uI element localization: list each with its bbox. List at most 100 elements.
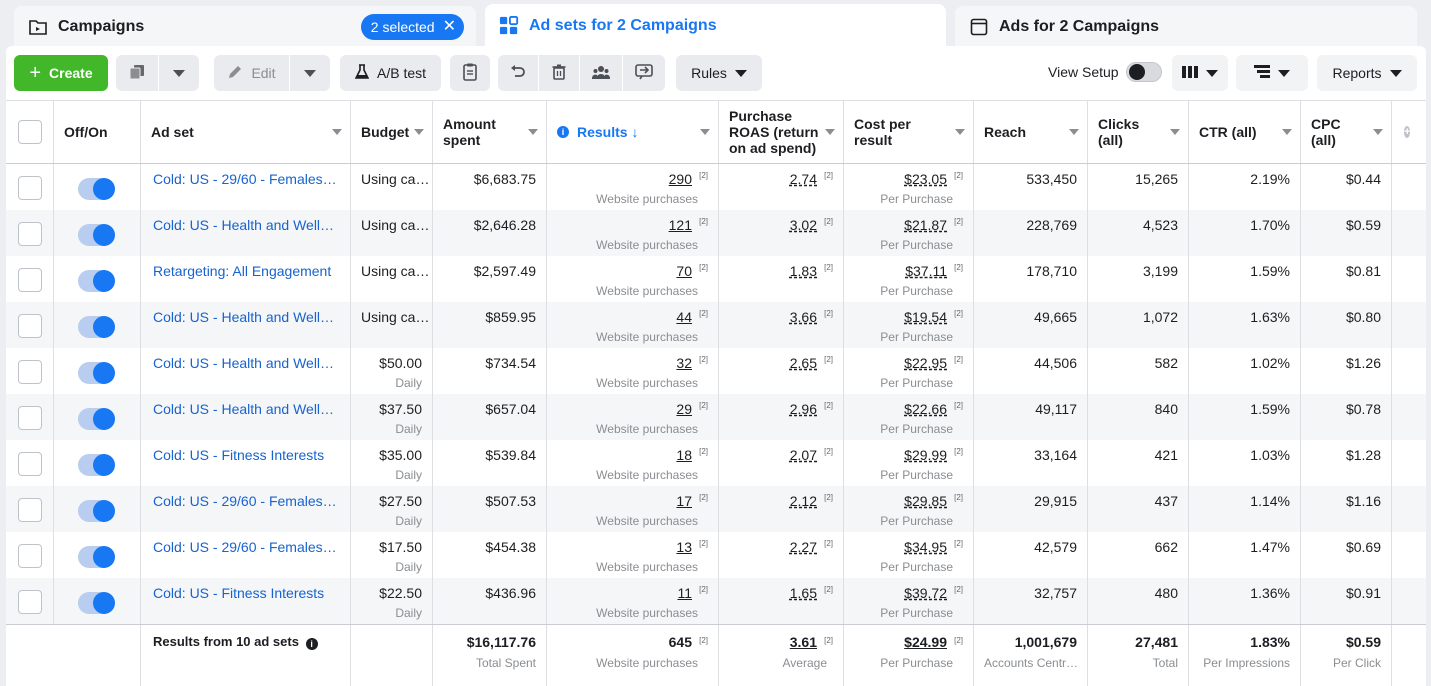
sort-chevron-icon[interactable]	[700, 129, 710, 135]
results-value[interactable]: 44	[676, 309, 692, 325]
cost-per-result-value[interactable]: $19.54	[904, 309, 947, 325]
results-value[interactable]: 18	[676, 447, 692, 463]
results-value[interactable]: 32	[676, 355, 692, 371]
row-checkbox[interactable]	[18, 176, 42, 200]
roas-value[interactable]: 2.65	[790, 355, 817, 371]
row-checkbox[interactable]	[18, 268, 42, 292]
row-checkbox[interactable]	[18, 452, 42, 476]
sort-chevron-icon[interactable]	[528, 129, 538, 135]
row-checkbox[interactable]	[18, 406, 42, 430]
ad-set-name-link[interactable]: Cold: US - 29/60 - Females - Health and …	[153, 493, 337, 509]
cost-per-result-value[interactable]: $29.85	[904, 493, 947, 509]
sort-chevron-icon[interactable]	[955, 129, 965, 135]
sort-chevron-icon[interactable]	[332, 129, 342, 135]
table-row[interactable]: Cold: US - Fitness Interests $22.50 Daily $…	[6, 578, 1426, 624]
header-roas[interactable]: Purchase ROAS (return on ad spend)	[719, 101, 844, 163]
cost-per-result-value[interactable]: $37.11	[905, 263, 947, 279]
add-column-icon[interactable]: +	[1404, 126, 1411, 138]
tab-ads[interactable]: Ads for 2 Campaigns	[955, 6, 1417, 48]
roas-value[interactable]: 2.96	[790, 401, 817, 417]
ad-set-name-link[interactable]: Cold: US - 29/60 - Females - Health and …	[153, 171, 337, 187]
preview-button[interactable]	[623, 55, 665, 91]
results-value[interactable]: 17	[676, 493, 692, 509]
ad-set-toggle[interactable]	[78, 592, 115, 614]
ad-set-toggle[interactable]	[78, 546, 115, 568]
cost-per-result-value[interactable]: $21.87	[904, 217, 947, 233]
roas-value[interactable]: 2.74	[790, 171, 817, 187]
view-setup-toggle[interactable]	[1126, 62, 1162, 82]
header-results[interactable]: i Results ↓	[547, 101, 719, 163]
create-button[interactable]: + Create	[14, 55, 108, 91]
ad-set-toggle[interactable]	[78, 270, 115, 292]
ab-test-button[interactable]: A/B test	[340, 55, 441, 91]
header-add-column[interactable]: +	[1392, 101, 1426, 163]
results-value[interactable]: 29	[676, 401, 692, 417]
duplicate-dropdown-button[interactable]	[159, 55, 199, 91]
cost-per-result-value[interactable]: $22.66	[904, 401, 947, 417]
table-row[interactable]: Cold: US - Health and Wellness $37.50 Dail…	[6, 394, 1426, 440]
results-value[interactable]: 11	[677, 585, 692, 601]
header-reach[interactable]: Reach	[974, 101, 1088, 163]
ad-set-name-link[interactable]: Cold: US - Health and Wellness	[153, 309, 337, 325]
clipboard-button[interactable]	[450, 55, 490, 91]
row-checkbox[interactable]	[18, 590, 42, 614]
roas-value[interactable]: 2.27	[790, 539, 817, 555]
selected-pill[interactable]: 2 selected ✕	[360, 14, 464, 40]
roas-value[interactable]: 3.66	[790, 309, 817, 325]
ad-set-name-link[interactable]: Cold: US - 29/60 - Females - Health and …	[153, 539, 337, 555]
tab-campaigns[interactable]: Campaigns 2 selected ✕	[14, 6, 476, 48]
cost-per-result-value[interactable]: $22.95	[904, 355, 947, 371]
header-ad-set[interactable]: Ad set	[141, 101, 351, 163]
header-amount-spent[interactable]: Amount spent	[433, 101, 547, 163]
edit-dropdown-button[interactable]	[290, 55, 330, 91]
roas-value[interactable]: 2.12	[790, 493, 817, 509]
info-icon[interactable]: i	[305, 638, 318, 650]
table-row[interactable]: Cold: US - Health and Wellness $50.00 Dail…	[6, 348, 1426, 394]
roas-value[interactable]: 2.07	[790, 447, 817, 463]
header-off-on[interactable]: Off/On	[54, 101, 141, 163]
table-row[interactable]: Retargeting: All Engagement Using campaig…	[6, 256, 1426, 302]
row-checkbox[interactable]	[18, 544, 42, 568]
table-row[interactable]: Cold: US - Health and Wellness Using camp…	[6, 210, 1426, 256]
header-clicks[interactable]: Clicks (all)	[1088, 101, 1189, 163]
header-cpc[interactable]: CPC (all)	[1301, 101, 1392, 163]
breakdown-button[interactable]	[1236, 55, 1308, 91]
results-value[interactable]: 70	[676, 263, 692, 279]
roas-value[interactable]: 1.83	[790, 263, 817, 279]
ad-set-name-link[interactable]: Retargeting: All Engagement	[153, 263, 337, 279]
cost-per-result-value[interactable]: $23.05	[904, 171, 947, 187]
sort-chevron-icon[interactable]	[414, 129, 424, 135]
results-value[interactable]: 13	[676, 539, 692, 555]
table-row[interactable]: Cold: US - Health and Wellness Using camp…	[6, 302, 1426, 348]
close-icon[interactable]: ✕	[443, 19, 456, 35]
edit-button[interactable]: Edit	[214, 55, 289, 91]
ad-set-name-link[interactable]: Cold: US - Fitness Interests	[153, 447, 337, 463]
cost-per-result-value[interactable]: $29.99	[904, 447, 947, 463]
reports-button[interactable]: Reports	[1317, 55, 1417, 91]
header-ctr[interactable]: CTR (all)	[1189, 101, 1301, 163]
info-icon[interactable]: i	[557, 126, 569, 138]
ad-set-toggle[interactable]	[78, 224, 115, 246]
ad-set-toggle[interactable]	[78, 178, 115, 200]
delete-button[interactable]	[539, 55, 579, 91]
ad-set-name-link[interactable]: Cold: US - Health and Wellness	[153, 401, 337, 417]
sort-chevron-icon[interactable]	[1069, 129, 1079, 135]
sort-chevron-icon[interactable]	[1282, 129, 1292, 135]
roas-value[interactable]: 3.02	[790, 217, 817, 233]
cost-per-result-value[interactable]: $34.95	[904, 539, 947, 555]
sort-chevron-icon[interactable]	[1170, 129, 1180, 135]
audience-button[interactable]	[580, 55, 622, 91]
row-checkbox[interactable]	[18, 498, 42, 522]
sort-chevron-icon[interactable]	[1373, 129, 1383, 135]
columns-button[interactable]	[1172, 55, 1228, 91]
undo-button[interactable]	[498, 55, 538, 91]
table-row[interactable]: Cold: US - 29/60 - Females - Health and …	[6, 164, 1426, 210]
table-row[interactable]: Cold: US - 29/60 - Females - Health and …	[6, 532, 1426, 578]
ad-set-toggle[interactable]	[78, 316, 115, 338]
ad-set-toggle[interactable]	[78, 500, 115, 522]
ad-set-name-link[interactable]: Cold: US - Health and Wellness	[153, 355, 337, 371]
table-row[interactable]: Cold: US - 29/60 - Females - Health and …	[6, 486, 1426, 532]
table-row[interactable]: Cold: US - Fitness Interests $35.00 Daily $…	[6, 440, 1426, 486]
results-value[interactable]: 121	[669, 217, 692, 233]
row-checkbox[interactable]	[18, 360, 42, 384]
